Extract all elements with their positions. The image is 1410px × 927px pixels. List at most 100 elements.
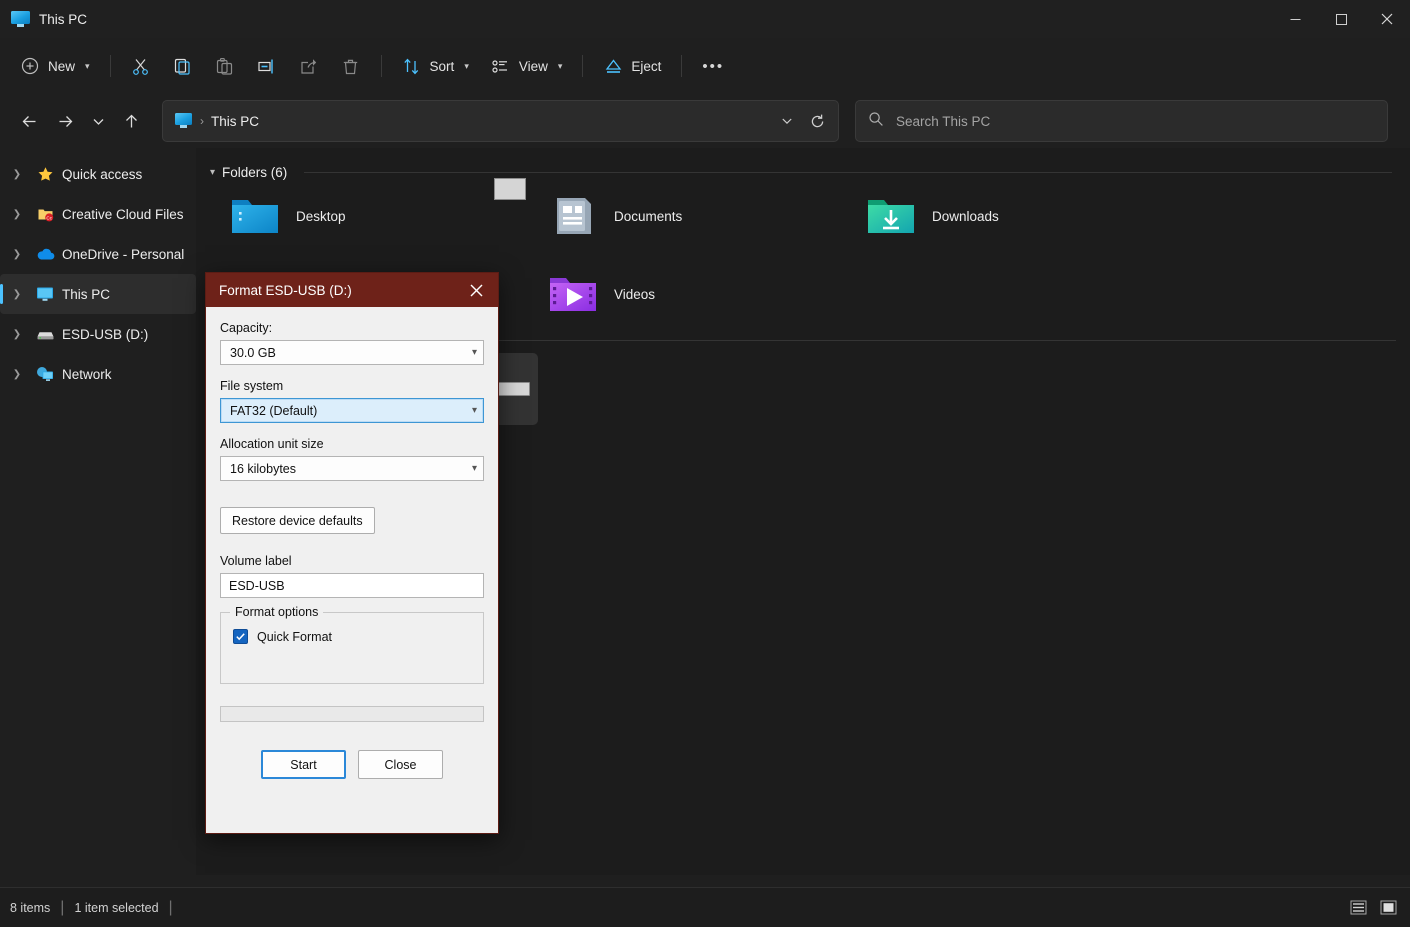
item-count: 8 items	[10, 901, 50, 915]
copy-icon	[173, 56, 193, 76]
chevron-right-icon[interactable]: ❯	[6, 209, 28, 220]
close-dialog-button[interactable]: Close	[358, 750, 443, 779]
new-button-label: New	[48, 59, 75, 74]
format-dialog-title: Format ESD-USB (D:)	[219, 283, 352, 298]
sidebar-item-label: ESD-USB (D:)	[62, 327, 148, 342]
chevron-right-icon[interactable]: ❯	[6, 369, 28, 380]
eject-button[interactable]: Eject	[593, 48, 671, 84]
sidebar-item-this-pc[interactable]: ❯ This PC	[0, 274, 196, 314]
paste-button[interactable]	[205, 48, 245, 84]
format-progress-bar	[220, 706, 484, 722]
format-dialog-body: Capacity: 30.0 GB ▾ File system FAT32 (D…	[206, 307, 498, 833]
restore-device-defaults-button[interactable]: Restore device defaults	[220, 507, 375, 534]
folder-item-downloads[interactable]: Downloads	[858, 188, 1176, 244]
chevron-right-icon[interactable]: ❯	[6, 249, 28, 260]
rename-button[interactable]	[247, 48, 287, 84]
refresh-button[interactable]	[802, 105, 832, 137]
sidebar-item-quick-access[interactable]: ❯ Quick access	[0, 154, 196, 194]
sidebar-item-esd-usb-d[interactable]: ❯ ESD-USB (D:)	[0, 314, 196, 354]
breadcrumb-current[interactable]: This PC	[211, 114, 259, 129]
allocation-label: Allocation unit size	[220, 437, 484, 451]
downloads-folder-icon	[864, 193, 918, 239]
window-controls	[1272, 0, 1410, 38]
format-dialog: Format ESD-USB (D:) Capacity: 30.0 GB ▾ …	[205, 272, 499, 834]
volume-label-input[interactable]: ESD-USB	[220, 573, 484, 598]
start-button[interactable]: Start	[261, 750, 346, 779]
folder-label: Downloads	[932, 209, 999, 224]
trash-icon	[341, 56, 361, 76]
sort-button[interactable]: Sort ▾	[392, 48, 479, 84]
quick-format-row[interactable]: Quick Format	[233, 629, 471, 644]
chevron-down-icon: ▾	[85, 61, 90, 72]
file-explorer-window: This PC New ▾	[0, 0, 1410, 927]
sort-icon	[402, 56, 422, 76]
scissors-icon	[131, 56, 151, 76]
format-options-legend: Format options	[230, 605, 323, 619]
this-pc-icon	[34, 284, 56, 304]
breadcrumb-this-pc-icon	[175, 113, 192, 129]
filesystem-select[interactable]: FAT32 (Default) ▾	[220, 398, 484, 423]
filesystem-label: File system	[220, 379, 484, 393]
delete-button[interactable]	[331, 48, 371, 84]
allocation-value: 16 kilobytes	[230, 462, 472, 476]
maximize-button[interactable]	[1318, 0, 1364, 38]
folder-item-desktop[interactable]: Desktop	[222, 188, 540, 244]
svg-text:Cc: Cc	[46, 215, 52, 220]
chevron-right-icon[interactable]: ❯	[6, 169, 28, 180]
capacity-value: 30.0 GB	[230, 346, 472, 360]
cut-button[interactable]	[121, 48, 161, 84]
capacity-select[interactable]: 30.0 GB ▾	[220, 340, 484, 365]
sidebar-item-label: Quick access	[62, 167, 142, 182]
chevron-right-icon[interactable]: ❯	[6, 289, 28, 300]
sidebar-item-onedrive-personal[interactable]: ❯ OneDrive - Personal	[0, 234, 196, 274]
toolbar-divider	[110, 55, 111, 77]
sidebar-item-creative-cloud-files[interactable]: ❯ Cc Creative Cloud Files	[0, 194, 196, 234]
breadcrumb-separator: ›	[200, 114, 204, 128]
chevron-down-icon: ▾	[472, 347, 477, 358]
status-bar: 8 items | 1 item selected |	[0, 887, 1410, 927]
window-title-group: This PC	[0, 11, 87, 28]
close-button[interactable]	[1364, 0, 1410, 38]
up-button[interactable]	[114, 104, 148, 138]
folder-item-videos[interactable]: Videos	[540, 266, 858, 322]
view-button[interactable]: View ▾	[481, 48, 573, 84]
see-more-button[interactable]: •••	[692, 48, 734, 84]
details-view-icon[interactable]	[1346, 897, 1370, 919]
folder-item-documents[interactable]: Documents	[540, 188, 858, 244]
quick-format-label: Quick Format	[257, 630, 332, 644]
search-placeholder: Search This PC	[896, 114, 990, 129]
new-button[interactable]: New ▾	[10, 48, 100, 84]
allocation-select[interactable]: 16 kilobytes ▾	[220, 456, 484, 481]
address-dropdown-button[interactable]	[772, 105, 802, 137]
share-button[interactable]	[289, 48, 329, 84]
minimize-button[interactable]	[1272, 0, 1318, 38]
forward-button[interactable]	[48, 104, 82, 138]
copy-button[interactable]	[163, 48, 203, 84]
documents-folder-icon	[546, 193, 600, 239]
folder-label: Desktop	[296, 209, 346, 224]
format-dialog-titlebar: Format ESD-USB (D:)	[206, 273, 498, 307]
search-input[interactable]: Search This PC	[855, 100, 1388, 142]
share-icon	[299, 56, 319, 76]
close-icon[interactable]	[454, 273, 498, 307]
sidebar-item-network[interactable]: ❯ Network	[0, 354, 196, 394]
large-icons-view-icon[interactable]	[1376, 897, 1400, 919]
address-bar[interactable]: › This PC	[162, 100, 839, 142]
creative-cloud-folder-icon: Cc	[34, 204, 56, 224]
quick-format-checkbox[interactable]	[233, 629, 248, 644]
folders-section-header[interactable]: ▾ Folders (6)	[196, 148, 1410, 182]
recent-locations-button[interactable]	[84, 104, 112, 138]
sidebar-item-label: Creative Cloud Files	[62, 207, 184, 222]
restore-defaults-row: Restore device defaults	[220, 507, 484, 534]
chevron-down-icon: ▾	[558, 61, 563, 72]
status-separator: |	[60, 899, 64, 917]
eject-icon	[603, 56, 623, 76]
chevron-right-icon[interactable]: ❯	[6, 329, 28, 340]
star-icon	[34, 164, 56, 184]
selection-count: 1 item selected	[74, 901, 158, 915]
back-button[interactable]	[12, 104, 46, 138]
format-options-group: Format options Quick Format	[220, 612, 484, 684]
chevron-down-icon[interactable]: ▾	[210, 167, 215, 178]
rename-icon	[257, 56, 277, 76]
search-icon	[868, 111, 884, 132]
